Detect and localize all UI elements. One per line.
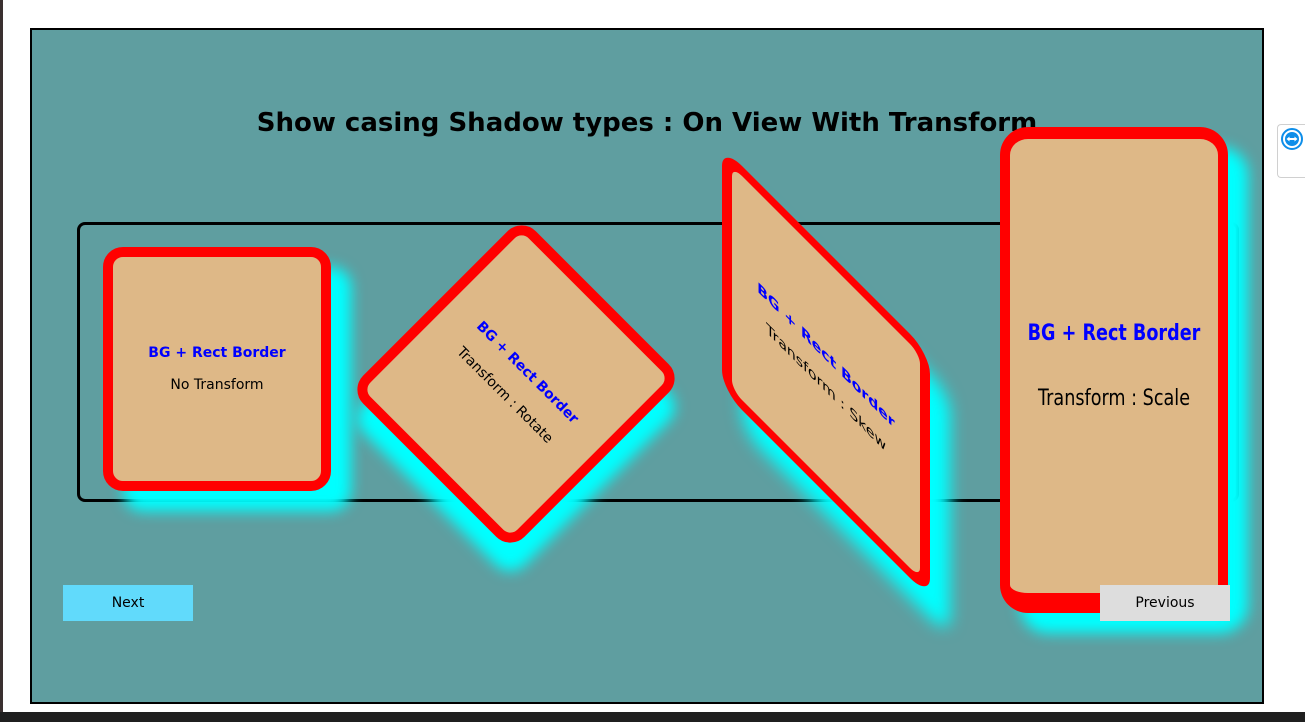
card-subtitle: Transform : Scale (1037, 386, 1191, 411)
card-scale-transform: BG + Rect Border Transform : Scale (1000, 127, 1228, 613)
desktop-bottom-edge (0, 712, 1305, 722)
remote-control-side-tab[interactable] (1277, 124, 1305, 178)
previous-button[interactable]: Previous (1100, 585, 1230, 621)
card-heading: BG + Rect Border (148, 345, 286, 361)
remote-control-arrows-icon (1281, 128, 1303, 150)
app-canvas: Show casing Shadow types : On View With … (30, 28, 1264, 704)
card-skew-transform: BG + Rect Border Transform : Skew (722, 146, 930, 598)
screen: Show casing Shadow types : On View With … (0, 0, 1305, 722)
card-heading: BG + Rect Border (757, 279, 895, 433)
next-button[interactable]: Next (63, 585, 193, 621)
card-heading: BG + Rect Border (1027, 321, 1201, 346)
card-subtitle: No Transform (170, 377, 264, 393)
desktop-left-edge (0, 0, 3, 722)
card-no-transform: BG + Rect Border No Transform (103, 247, 331, 491)
card-subtitle: Transform : Skew (766, 320, 886, 456)
